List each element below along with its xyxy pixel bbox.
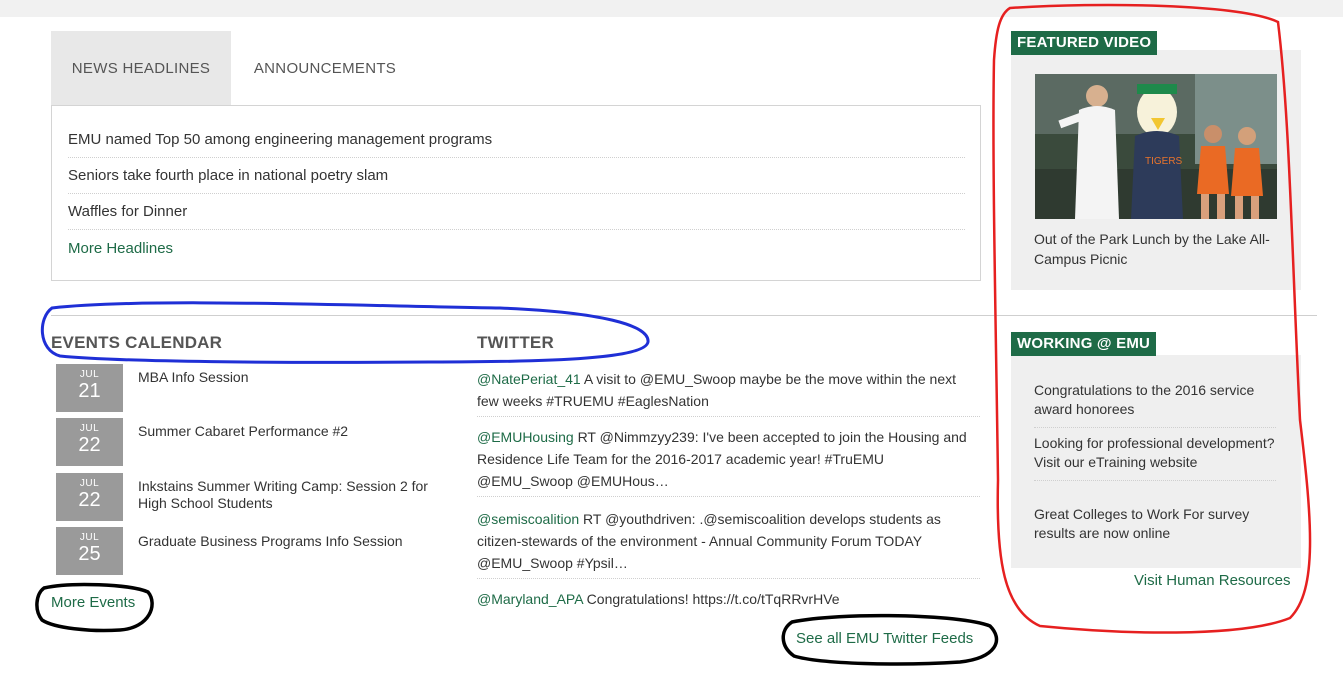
news-headline-item[interactable]: EMU named Top 50 among engineering manag…	[68, 122, 965, 158]
event-month: JUL	[79, 423, 100, 434]
tab-announcements[interactable]: ANNOUNCEMENTS	[231, 31, 419, 105]
top-strip	[0, 0, 1343, 17]
tweet-text: Congratulations! https://t.co/tTqRRvrHVe	[582, 591, 840, 607]
working-at-emu-label: WORKING @ EMU	[1011, 332, 1157, 356]
event-date-badge: JUL 21	[56, 364, 123, 412]
tweet-handle-link[interactable]: @EMUHousing	[477, 429, 574, 445]
event-day: 22	[78, 489, 101, 511]
working-item[interactable]: Great Colleges to Work For survey result…	[1034, 505, 1276, 551]
event-title[interactable]: MBA Info Session	[138, 369, 458, 386]
tweet-item: @NatePeriat_41 A visit to @EMU_Swoop may…	[477, 368, 980, 417]
event-item[interactable]: JUL 25 Graduate Business Programs Info S…	[56, 527, 456, 577]
event-day: 21	[78, 380, 101, 402]
featured-video-thumbnail[interactable]: TIGERS	[1035, 74, 1277, 219]
working-item[interactable]: Looking for professional development? Vi…	[1034, 434, 1276, 481]
news-tabs: NEWS HEADLINES ANNOUNCEMENTS	[51, 31, 419, 105]
event-month: JUL	[79, 369, 100, 380]
events-calendar-heading: EVENTS CALENDAR	[51, 333, 223, 352]
event-date-badge: JUL 22	[56, 418, 123, 466]
event-title[interactable]: Summer Cabaret Performance #2	[138, 423, 458, 440]
more-events-link[interactable]: More Events	[51, 594, 135, 611]
tweet-item: @EMUHousing RT @Nimmzyy239: I've been ac…	[477, 426, 980, 497]
news-headlines-panel: EMU named Top 50 among engineering manag…	[51, 105, 981, 281]
tweet-handle-link[interactable]: @NatePeriat_41	[477, 371, 581, 387]
news-headline-item[interactable]: Waffles for Dinner	[68, 194, 965, 230]
event-month: JUL	[79, 532, 100, 543]
event-title[interactable]: Graduate Business Programs Info Session	[138, 533, 458, 550]
event-item[interactable]: JUL 21 MBA Info Session	[56, 364, 456, 414]
featured-video-label: FEATURED VIDEO	[1011, 31, 1158, 55]
event-item[interactable]: JUL 22 Summer Cabaret Performance #2	[56, 418, 456, 468]
tweet-handle-link[interactable]: @semiscoalition	[477, 511, 579, 527]
event-month: JUL	[79, 478, 100, 489]
working-item[interactable]: Congratulations to the 2016 service awar…	[1034, 381, 1276, 428]
see-all-twitter-feeds-link[interactable]: See all EMU Twitter Feeds	[796, 630, 973, 647]
event-item[interactable]: JUL 22 Inkstains Summer Writing Camp: Se…	[56, 473, 456, 523]
section-divider	[51, 315, 1317, 316]
event-day: 22	[78, 434, 101, 456]
event-day: 25	[78, 543, 101, 565]
tweet-handle-link[interactable]: @Maryland_APA	[477, 591, 583, 607]
video-thumbnail-image: TIGERS	[1035, 74, 1277, 219]
tweet-item: @semiscoalition RT @youthdriven: .@semis…	[477, 508, 980, 579]
event-title[interactable]: Inkstains Summer Writing Camp: Session 2…	[138, 478, 458, 512]
tab-news-headlines[interactable]: NEWS HEADLINES	[51, 31, 231, 105]
featured-video-caption[interactable]: Out of the Park Lunch by the Lake All-Ca…	[1034, 229, 1284, 269]
news-headline-item[interactable]: Seniors take fourth place in national po…	[68, 158, 965, 194]
svg-text:TIGERS: TIGERS	[1145, 156, 1183, 167]
twitter-heading: TWITTER	[477, 333, 554, 352]
more-headlines-link[interactable]: More Headlines	[68, 230, 965, 266]
event-date-badge: JUL 25	[56, 527, 123, 575]
tweet-item: @Maryland_APA Congratulations! https://t…	[477, 588, 980, 614]
event-date-badge: JUL 22	[56, 473, 123, 521]
visit-human-resources-link[interactable]: Visit Human Resources	[1134, 572, 1290, 589]
